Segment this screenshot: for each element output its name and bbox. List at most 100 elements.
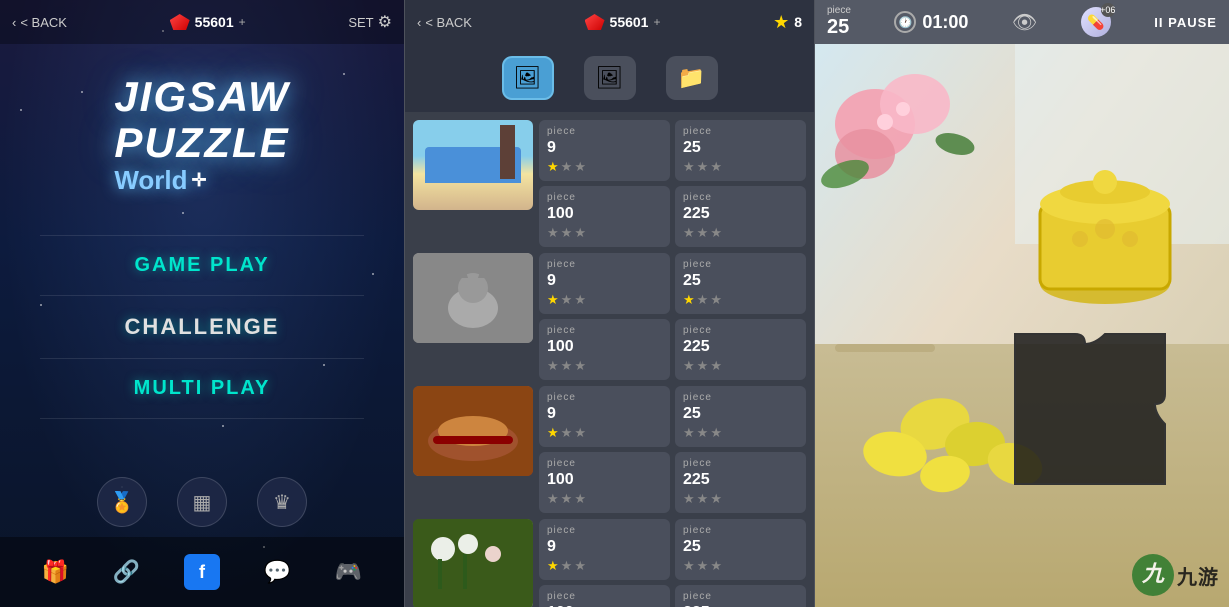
select-gem-count: 55601: [610, 14, 649, 30]
option-food-9[interactable]: piece 9 ★ ★ ★: [539, 386, 670, 447]
star-1: ★: [547, 292, 559, 308]
select-back-chevron: ‹: [417, 15, 421, 30]
tab-all-photos[interactable]: 🖼: [502, 56, 554, 100]
stars-row: ★ ★ ★: [683, 425, 798, 441]
option-food-25[interactable]: piece 25 ★ ★ ★: [675, 386, 806, 447]
option-food-225[interactable]: piece 225 ★ ★ ★: [675, 452, 806, 513]
tab-folder[interactable]: 📁: [666, 56, 718, 100]
piece-count: 25: [683, 405, 798, 423]
award-button[interactable]: 🏅: [97, 477, 147, 527]
option-flowers-25[interactable]: piece 25 ★ ★ ★: [675, 519, 806, 580]
star-1: ★: [547, 225, 559, 241]
game-play-button[interactable]: GAME PLAY: [40, 235, 363, 296]
option-cat-225[interactable]: piece 225 ★ ★ ★: [675, 319, 806, 380]
puzzle-thumb-beach[interactable]: [413, 120, 533, 210]
svg-text:九: 九: [1141, 561, 1165, 586]
challenge-button[interactable]: CHALLENGE: [40, 296, 363, 359]
palm-shape: [500, 125, 515, 179]
piece-counter: piece 25: [827, 5, 851, 39]
ranking-button[interactable]: ♛: [257, 477, 307, 527]
star-3: ★: [710, 558, 722, 574]
logo-puzzle: PUZZLE: [114, 120, 289, 166]
option-flowers-225[interactable]: piece 225 ★ ★ ★: [675, 585, 806, 607]
watermark-logo-svg: 九: [1131, 553, 1175, 597]
chat-button[interactable]: 💬: [264, 559, 291, 585]
star-1: ★: [683, 358, 695, 374]
hint-symbol: 💊: [1087, 14, 1104, 31]
option-flowers-9[interactable]: piece 9 ★ ★ ★: [539, 519, 670, 580]
option-cat-9[interactable]: piece 9 ★ ★ ★: [539, 253, 670, 314]
select-back-button[interactable]: ‹ < BACK: [417, 15, 472, 30]
piece-count: 25: [683, 538, 798, 556]
option-beach-9[interactable]: piece 9 ★ ★ ★: [539, 120, 670, 181]
puzzle-list: piece 9 ★ ★ ★ piece 25 ★ ★: [405, 112, 814, 607]
puzzle-thumb-flowers[interactable]: [413, 519, 533, 607]
controller-button[interactable]: 🎮: [335, 559, 362, 585]
piece-label: piece: [683, 192, 798, 203]
stars-row: ★ ★ ★: [683, 292, 798, 308]
grid-icon: ▦: [193, 490, 212, 515]
option-beach-100[interactable]: piece 100 ★ ★ ★: [539, 186, 670, 247]
tab-recent-photos[interactable]: 🖼: [584, 56, 636, 100]
settings-button[interactable]: SET ⚙: [348, 12, 392, 32]
option-food-100[interactable]: piece 100 ★ ★ ★: [539, 452, 670, 513]
piece-label: piece: [683, 591, 798, 602]
piece-count: 25: [683, 272, 798, 290]
watermark-text: 九游: [1177, 561, 1219, 590]
option-cat-25[interactable]: piece 25 ★ ★ ★: [675, 253, 806, 314]
multi-play-button[interactable]: MULTI PLAY: [40, 359, 363, 419]
star-1: ★: [547, 425, 559, 441]
watermark: 九 九游: [1131, 553, 1219, 597]
piece-label: piece: [683, 325, 798, 336]
tab-recent-icon: 🖼: [596, 65, 624, 91]
piece-label: piece: [683, 458, 798, 469]
star-1: ★: [547, 558, 559, 574]
facebook-button[interactable]: f: [184, 554, 220, 590]
puzzle-row-food: piece 9 ★ ★ ★ piece 25 ★ ★: [413, 386, 806, 513]
star-count: 8: [794, 14, 802, 30]
share-button[interactable]: 🔗: [113, 559, 140, 585]
select-gem-plus[interactable]: +: [653, 15, 660, 29]
eye-button[interactable]: 👁: [1012, 10, 1037, 35]
option-flowers-100[interactable]: piece 100 ★ ★ ★: [539, 585, 670, 607]
star-2: ★: [697, 491, 709, 507]
options-row-1: piece 9 ★ ★ ★ piece 25 ★ ★: [539, 120, 806, 181]
stars-row: ★ ★ ★: [683, 159, 798, 175]
hint-button[interactable]: 💊 +06: [1081, 7, 1111, 37]
piece-count: 100: [547, 471, 662, 489]
option-cat-100[interactable]: piece 100 ★ ★ ★: [539, 319, 670, 380]
piece-label: piece: [683, 259, 798, 270]
star-3: ★: [710, 159, 722, 175]
star-2: ★: [697, 558, 709, 574]
collection-button[interactable]: ▦: [177, 477, 227, 527]
set-label: SET: [348, 15, 373, 30]
star-3: ★: [574, 425, 586, 441]
game-header: piece 25 🕐 01:00 👁 💊 +06 II PAUSE: [815, 0, 1229, 44]
select-stars-display: ★ 8: [773, 12, 802, 33]
gift-button[interactable]: 🎁: [42, 559, 69, 585]
select-tabs: 🖼 🖼 📁: [405, 44, 814, 112]
piece-label: piece: [547, 392, 662, 403]
piece-label: piece: [547, 458, 662, 469]
option-beach-25[interactable]: piece 25 ★ ★ ★: [675, 120, 806, 181]
back-button[interactable]: ‹ < BACK: [12, 15, 67, 30]
hint-count: +06: [1101, 3, 1115, 17]
piece-label: piece: [547, 126, 662, 137]
gem-plus[interactable]: +: [239, 15, 246, 29]
menu-header: ‹ < BACK 55601 + SET ⚙: [0, 0, 404, 44]
select-header: ‹ < BACK 55601 + ★ 8: [405, 0, 814, 44]
option-beach-225[interactable]: piece 225 ★ ★ ★: [675, 186, 806, 247]
star-1: ★: [547, 159, 559, 175]
star-2: ★: [561, 225, 573, 241]
piece-count: 9: [547, 139, 662, 157]
puzzle-thumb-food[interactable]: [413, 386, 533, 476]
stars-row: ★ ★ ★: [547, 425, 662, 441]
star-3: ★: [710, 358, 722, 374]
puzzle-thumb-cat[interactable]: [413, 253, 533, 343]
star-2: ★: [697, 225, 709, 241]
main-menu-panel: ‹ < BACK 55601 + SET ⚙ JIGSAW PUZZLE Wor…: [0, 0, 404, 607]
piece-label: piece: [827, 5, 851, 16]
pause-button[interactable]: II PAUSE: [1154, 15, 1217, 30]
piece-count: 100: [547, 205, 662, 223]
star-3: ★: [574, 358, 586, 374]
